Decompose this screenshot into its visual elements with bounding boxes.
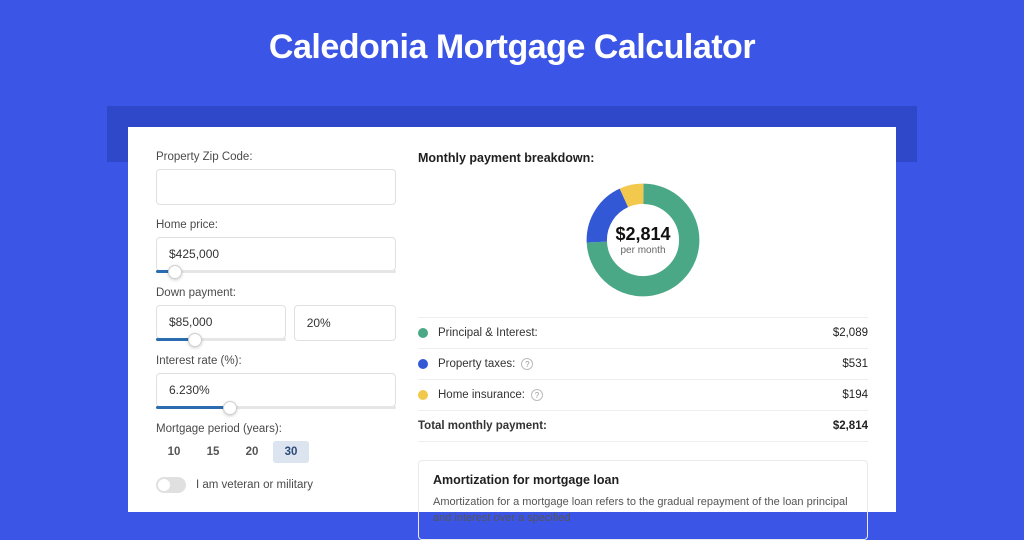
breakdown-value: $194: [842, 389, 868, 401]
total-label: Total monthly payment:: [418, 420, 833, 432]
period-30-button[interactable]: 30: [273, 441, 309, 463]
breakdown-label: Principal & Interest:: [438, 327, 833, 339]
interest-rate-input[interactable]: [156, 373, 396, 407]
down-payment-slider[interactable]: [156, 338, 286, 341]
inputs-column: Property Zip Code: Home price: Down paym…: [156, 151, 396, 512]
donut-wrap: $2,814 per month: [418, 173, 868, 317]
total-value: $2,814: [833, 420, 868, 432]
breakdown-title: Monthly payment breakdown:: [418, 151, 868, 165]
zip-field: Property Zip Code:: [156, 151, 396, 205]
breakdown-label: Home insurance: ?: [438, 389, 842, 401]
period-10-button[interactable]: 10: [156, 441, 192, 463]
dot-icon: [418, 359, 428, 369]
slider-thumb-icon[interactable]: [168, 265, 182, 279]
home-price-slider[interactable]: [156, 270, 396, 273]
payment-donut-chart: $2,814 per month: [582, 179, 704, 301]
home-price-input[interactable]: [156, 237, 396, 271]
zip-label: Property Zip Code:: [156, 151, 396, 163]
dot-icon: [418, 390, 428, 400]
period-options: 10 15 20 30: [156, 441, 396, 463]
home-price-label: Home price:: [156, 219, 396, 231]
period-20-button[interactable]: 20: [234, 441, 270, 463]
down-percent-input[interactable]: [294, 305, 396, 341]
amortization-title: Amortization for mortgage loan: [433, 473, 853, 487]
period-label: Mortgage period (years):: [156, 423, 396, 435]
breakdown-value: $531: [842, 358, 868, 370]
breakdown-row-insurance: Home insurance: ? $194: [418, 380, 868, 411]
breakdown-row-principal: Principal & Interest: $2,089: [418, 318, 868, 349]
amortization-section: Amortization for mortgage loan Amortizat…: [418, 460, 868, 540]
breakdown-row-taxes: Property taxes: ? $531: [418, 349, 868, 380]
dot-icon: [418, 328, 428, 338]
help-icon[interactable]: ?: [531, 389, 543, 401]
slider-thumb-icon[interactable]: [223, 401, 237, 415]
interest-rate-field: Interest rate (%):: [156, 355, 396, 409]
breakdown-label: Property taxes: ?: [438, 358, 842, 370]
period-15-button[interactable]: 15: [195, 441, 231, 463]
donut-amount: $2,814: [615, 224, 670, 245]
veteran-toggle[interactable]: [156, 477, 186, 493]
calculator-card: Property Zip Code: Home price: Down paym…: [128, 127, 896, 512]
donut-sub: per month: [620, 245, 665, 256]
period-field: Mortgage period (years): 10 15 20 30: [156, 423, 396, 463]
interest-rate-slider[interactable]: [156, 406, 396, 409]
veteran-label: I am veteran or military: [196, 479, 313, 491]
amortization-text: Amortization for a mortgage loan refers …: [433, 495, 853, 527]
breakdown-list: Principal & Interest: $2,089 Property ta…: [418, 317, 868, 442]
home-price-field: Home price:: [156, 219, 396, 273]
zip-input[interactable]: [156, 169, 396, 205]
down-payment-label: Down payment:: [156, 287, 396, 299]
breakdown-column: Monthly payment breakdown: $2,814 per mo…: [418, 151, 868, 512]
down-payment-field: Down payment:: [156, 287, 396, 341]
down-amount-input[interactable]: [156, 305, 286, 339]
help-icon[interactable]: ?: [521, 358, 533, 370]
veteran-row: I am veteran or military: [156, 477, 396, 493]
breakdown-row-total: Total monthly payment: $2,814: [418, 411, 868, 442]
breakdown-value: $2,089: [833, 327, 868, 339]
interest-rate-label: Interest rate (%):: [156, 355, 396, 367]
slider-thumb-icon[interactable]: [188, 333, 202, 347]
page-title: Caledonia Mortgage Calculator: [0, 0, 1024, 85]
